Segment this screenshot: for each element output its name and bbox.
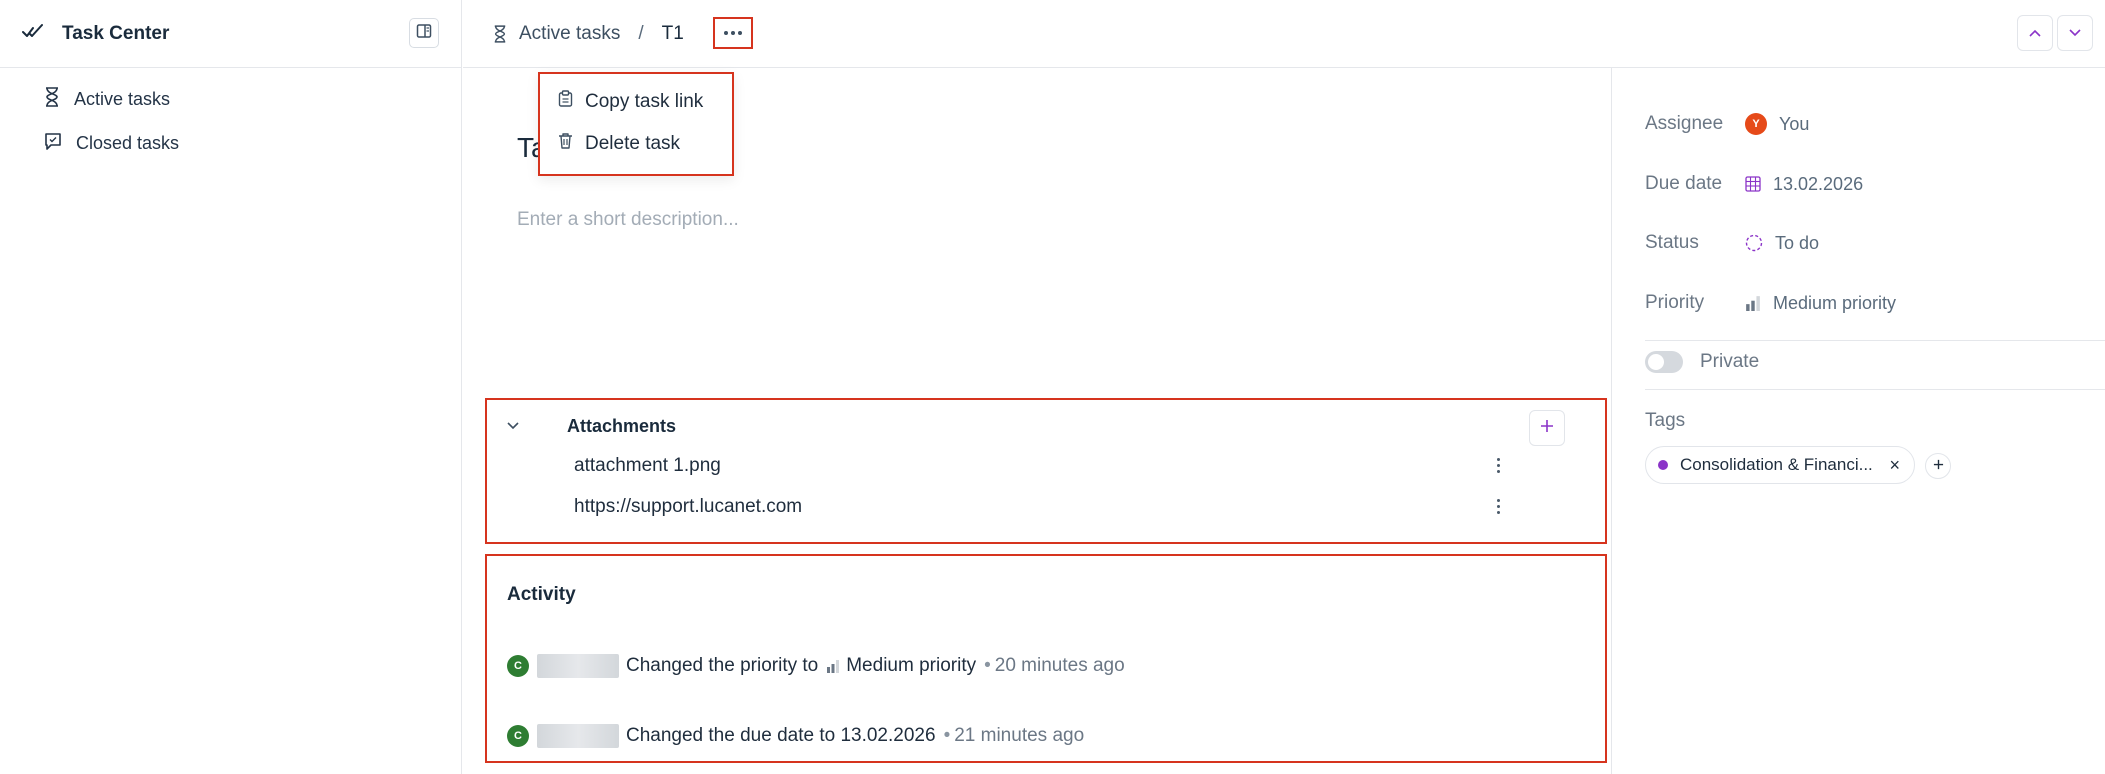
priority-value[interactable]: Medium priority xyxy=(1745,293,1896,314)
panel-icon xyxy=(416,23,432,44)
closed-task-icon xyxy=(44,132,62,155)
hourglass-icon xyxy=(44,87,60,112)
priority-bars-icon xyxy=(1745,295,1761,311)
private-label: Private xyxy=(1700,351,1760,372)
separator-dot: • xyxy=(943,725,951,746)
breadcrumb-separator: / xyxy=(638,23,644,44)
breadcrumb: Active tasks / T1 xyxy=(493,0,684,68)
due-date-value[interactable]: 13.02.2026 xyxy=(1745,174,1863,195)
assignee-name: You xyxy=(1779,113,1810,134)
dot xyxy=(724,31,728,35)
tag-chip[interactable]: Consolidation & Financi... × xyxy=(1645,446,1915,484)
activity-entry: C Changed the due date to 13.02.2026 • 2… xyxy=(507,724,1084,748)
sidebar-item-active-tasks[interactable]: Active tasks xyxy=(44,87,170,112)
remove-tag-icon[interactable]: × xyxy=(1889,455,1900,476)
chevron-up-icon xyxy=(2029,24,2041,42)
checkmark-logo-icon xyxy=(22,23,44,44)
priority-row: Priority Medium priority xyxy=(1645,292,1896,314)
sidebar-toggle-button[interactable] xyxy=(409,18,439,48)
avatar: C xyxy=(507,655,529,677)
delete-task-menu-item[interactable]: Delete task xyxy=(558,132,680,155)
dot xyxy=(731,31,735,35)
attachments-section: Attachments attachment 1.png https://sup… xyxy=(485,398,1607,544)
status-text: To do xyxy=(1775,232,1820,253)
status-label: Status xyxy=(1645,232,1699,253)
assignee-label: Assignee xyxy=(1645,113,1724,134)
attachments-header: Attachments xyxy=(567,416,677,436)
dashed-circle-icon xyxy=(1745,234,1763,252)
priority-label: Priority xyxy=(1645,292,1705,313)
chevron-down-icon xyxy=(2069,24,2081,42)
copy-task-link-menu-item[interactable]: Copy task link xyxy=(558,90,703,113)
private-row: Private xyxy=(1645,351,1759,373)
add-attachment-button[interactable] xyxy=(1529,410,1565,446)
activity-text: Changed the due date to 13.02.2026 xyxy=(626,725,936,746)
assignee-value[interactable]: Y You xyxy=(1745,113,1809,135)
activity-text: Changed the priority to xyxy=(626,655,819,676)
next-task-button[interactable] xyxy=(2057,15,2093,51)
redacted-username xyxy=(537,654,619,678)
menu-item-label: Delete task xyxy=(585,132,681,154)
attachment-item[interactable]: https://support.lucanet.com xyxy=(574,496,802,518)
task-details-panel: Assignee Y You Due date 13.02.2026 Statu… xyxy=(1611,68,2105,774)
previous-task-button[interactable] xyxy=(2017,15,2053,51)
avatar: Y xyxy=(1745,113,1767,135)
sidebar-header: Task Center xyxy=(0,0,461,68)
more-options-button[interactable] xyxy=(713,17,753,49)
add-tag-button[interactable] xyxy=(1925,453,1951,479)
separator-dot: • xyxy=(984,655,991,676)
sidebar: Task Center Active tasks Closed tasks xyxy=(0,0,462,774)
menu-item-label: Copy task link xyxy=(585,90,704,112)
clipboard-icon xyxy=(558,90,573,113)
status-value[interactable]: To do xyxy=(1745,233,1819,254)
trash-icon xyxy=(558,132,573,155)
attachment-item[interactable]: attachment 1.png xyxy=(574,455,721,477)
collapse-chevron-icon[interactable] xyxy=(507,422,519,430)
due-date-text: 13.02.2026 xyxy=(1773,173,1864,194)
activity-time: 21 minutes ago xyxy=(954,725,1085,746)
task-options-menu: Copy task link Delete task xyxy=(538,72,734,176)
status-row: Status To do xyxy=(1645,232,1819,254)
activity-header: Activity xyxy=(507,584,576,605)
header-bar: Active tasks / T1 xyxy=(463,0,2105,68)
hourglass-icon xyxy=(493,25,507,43)
plus-icon xyxy=(1540,419,1554,438)
dot xyxy=(738,31,742,35)
priority-text: Medium priority xyxy=(1773,292,1897,313)
tags-row: Tags xyxy=(1645,410,1745,432)
divider xyxy=(1645,340,2105,341)
tag-label: Consolidation & Financi... xyxy=(1680,455,1873,474)
app-title: Task Center xyxy=(62,22,170,44)
due-date-row: Due date 13.02.2026 xyxy=(1645,173,1863,195)
avatar: C xyxy=(507,725,529,747)
calendar-icon xyxy=(1745,176,1761,192)
assignee-row: Assignee Y You xyxy=(1645,113,1809,135)
sidebar-item-label: Active tasks xyxy=(74,89,171,109)
plus-icon xyxy=(1933,457,1944,475)
attachment-options-icon[interactable] xyxy=(1497,458,1501,473)
activity-section: Activity C Changed the priority to Mediu… xyxy=(485,554,1607,763)
sidebar-item-closed-tasks[interactable]: Closed tasks xyxy=(44,132,179,155)
activity-value: Medium priority xyxy=(846,655,977,676)
tags-label: Tags xyxy=(1645,410,1686,431)
priority-bars-icon xyxy=(826,659,840,673)
redacted-username xyxy=(537,724,619,748)
divider xyxy=(1645,389,2105,390)
description-input[interactable]: Enter a short description... xyxy=(517,209,739,231)
breadcrumb-parent-link[interactable]: Active tasks xyxy=(519,23,620,45)
sidebar-item-label: Closed tasks xyxy=(76,133,180,153)
due-date-label: Due date xyxy=(1645,173,1723,194)
attachment-options-icon[interactable] xyxy=(1497,499,1501,514)
tag-color-dot xyxy=(1658,460,1668,470)
activity-entry: C Changed the priority to Medium priorit… xyxy=(507,654,1125,678)
activity-time: 20 minutes ago xyxy=(994,655,1125,676)
private-toggle[interactable] xyxy=(1645,351,1683,373)
breadcrumb-current: T1 xyxy=(661,23,684,44)
